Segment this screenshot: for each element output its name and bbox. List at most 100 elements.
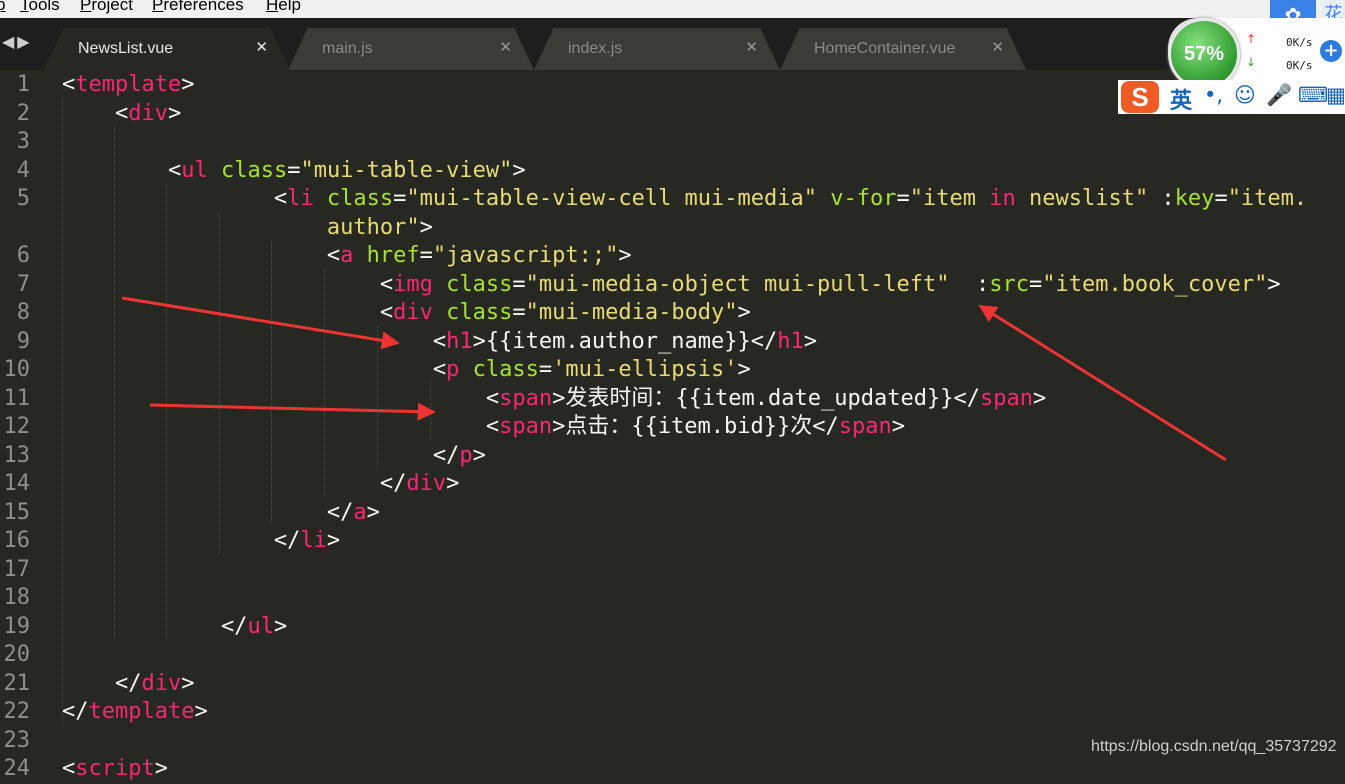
line-number: 18 [3,585,31,610]
code-line[interactable]: </p> [62,442,486,471]
code-token: 'mui-ellipsis' [552,357,738,382]
code-token: key [1174,186,1215,211]
code-line[interactable]: <img class="mui-media-object mui-pull-le… [62,271,1281,300]
code-token: "mui-media-body" [525,300,738,325]
code-token: > [472,442,486,468]
menu-item-tools[interactable]: Tools [20,0,60,15]
code-token: script [75,756,155,781]
code-token: > [194,699,208,724]
accelerate-plus-icon[interactable]: + [1320,40,1342,62]
upload-arrow-icon: ↑ [1246,32,1257,46]
keyboard-icon[interactable]: ⌨ [1298,83,1328,107]
ime-mode-toggle[interactable]: 英 [1170,83,1192,115]
code-token: = [393,186,407,211]
code-token: > [803,328,817,354]
code-line[interactable]: <h1>{{item.author_name}}</h1> [62,328,817,357]
code-line[interactable]: <span>点击：{{item.bid}}次</span> [62,413,905,442]
punctuation-icon[interactable]: •, [1204,83,1223,107]
code-token: >点击：{{item.bid}}次</ [552,414,839,439]
code-token: > [181,670,195,696]
line-number: 16 [3,528,31,553]
tab-close-icon[interactable]: ✕ [991,38,1004,56]
code-editor[interactable]: 1 2 3 4 5 6 7 8 9 10 11 12 13 14 15 16 17 18 19 20 21 22 23 24 … [0,70,1345,781]
code-token: > [419,214,433,240]
code-line[interactable]: </ul> [62,613,287,642]
code-token: "item. [1227,186,1308,211]
code-token: class [446,300,513,325]
code-token: > [181,72,195,97]
code-token: < [62,328,447,354]
tab-homecontainer-vue[interactable]: HomeContainer.vue ✕ [780,28,1026,70]
tab-main-js[interactable]: main.js ✕ [288,28,534,70]
line-number: 22 [3,699,31,724]
tab-newslist-vue[interactable]: NewsList.vue ✕ [44,28,290,70]
code-token: "item.book_cover" [1042,271,1268,297]
code-token: < [62,385,500,411]
menu-item-project-tail[interactable]: p [0,0,5,15]
line-number: 9 [16,328,30,354]
toolbox-icon[interactable]: ▦ [1326,83,1345,107]
code-token: </ [62,670,142,696]
code-token: > [618,243,632,268]
line-number: 21 [3,670,31,696]
code-token: = [512,271,526,297]
code-line[interactable]: <li class="mui-table-view-cell mui-media… [62,185,1307,214]
network-speed-widget[interactable]: 57% ↑ ↓ 0K/s 0K/s + [1168,18,1345,90]
code-token: < [62,357,447,382]
code-token: > [891,414,905,439]
code-token: in [989,186,1016,211]
code-line[interactable]: </a> [62,499,380,528]
download-arrow-icon: ↓ [1246,55,1257,69]
tab-index-js[interactable]: index.js ✕ [534,28,780,70]
code-token: < [62,72,76,97]
code-line[interactable]: <template> [62,71,194,100]
line-number: 19 [3,613,31,639]
code-line[interactable]: <script> [62,755,168,784]
menu-item-help[interactable]: Help [266,0,301,15]
code-token: class [446,271,513,297]
tab-close-icon[interactable]: ✕ [255,38,268,56]
menu-item-project[interactable]: Project [80,0,133,15]
code-line[interactable]: <div class="mui-media-body"> [62,299,751,328]
code-token: author" [62,214,420,240]
code-token: > [326,528,341,553]
tab-nav-arrows-icon[interactable]: ◀▶ [2,32,33,51]
code-line[interactable]: <div> [62,100,181,129]
sogou-logo-icon[interactable]: S [1121,81,1159,113]
tab-close-icon[interactable]: ✕ [745,38,758,56]
microphone-icon[interactable]: 🎤 [1266,83,1292,108]
code-line[interactable]: author"> [62,214,433,243]
code-line[interactable]: </li> [62,527,340,556]
code-token: p [446,357,460,382]
menu-item-preferences[interactable]: Preferences [152,0,244,15]
line-number: 20 [3,642,31,667]
code-line[interactable]: </template> [62,698,208,727]
code-token: ul [247,613,274,639]
code-line[interactable]: <p class='mui-ellipsis'> [62,356,751,385]
code-line[interactable]: </div> [62,470,460,499]
code-line[interactable]: <ul class="mui-table-view"> [62,157,526,186]
ime-toolbar: S 英 •, ☺ 🎤 ⌨ ▦ [1118,80,1345,114]
code-token: > [737,300,751,325]
tab-bar: ◀▶ index.js ✕ HomeContainer.vue ✕ main.j… [0,18,1345,70]
code-line[interactable]: </div> [62,670,195,699]
code-line[interactable]: <span>发表时间：{{item.date_updated}}</span> [62,385,1046,414]
code-line[interactable]: <a href="javascript:;"> [62,242,632,271]
line-number: 15 [3,499,31,525]
line-number: 4 [16,157,30,183]
code-token: template [88,699,195,724]
code-token: "javascript:;" [432,243,619,268]
tab-close-icon[interactable]: ✕ [499,38,512,56]
emoji-icon[interactable]: ☺ [1234,83,1256,107]
code-token: </ [62,613,248,639]
code-token: > [512,157,526,183]
code-token: < [62,414,500,439]
code-token: = [287,157,301,183]
line-number: 2 [16,100,30,126]
code-token: h1 [446,328,473,354]
code-token: < [62,300,394,325]
upload-speed: 0K/s [1286,36,1313,49]
code-token: a [353,499,367,525]
